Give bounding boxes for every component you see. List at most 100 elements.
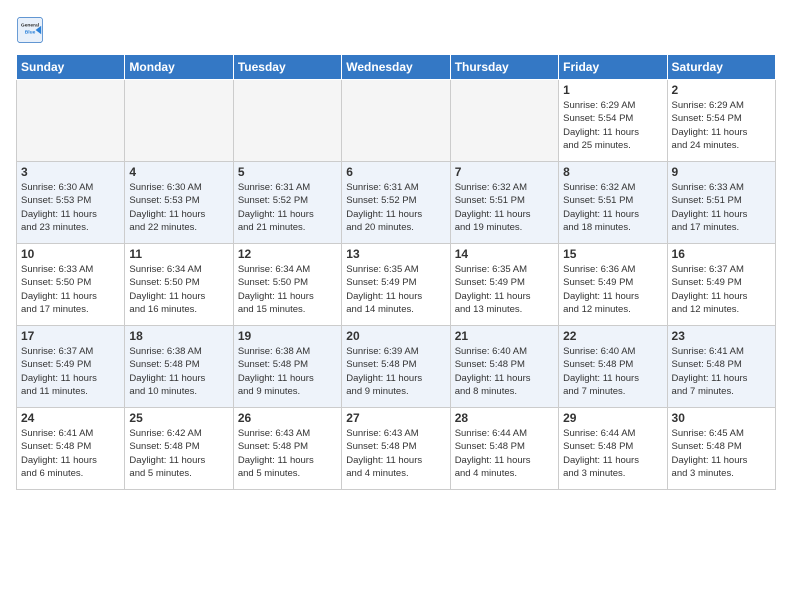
- calendar-cell: [342, 80, 450, 162]
- day-number: 8: [563, 165, 662, 179]
- calendar-cell: 18 Sunrise: 6:38 AM Sunset: 5:48 PM Dayli…: [125, 326, 233, 408]
- day-number: 6: [346, 165, 445, 179]
- day-number: 17: [21, 329, 120, 343]
- day-info: Sunrise: 6:30 AM Sunset: 5:53 PM Dayligh…: [129, 181, 228, 234]
- day-number: 20: [346, 329, 445, 343]
- calendar-week-5: 24 Sunrise: 6:41 AM Sunset: 5:48 PM Dayli…: [17, 408, 776, 490]
- day-number: 26: [238, 411, 337, 425]
- day-info: Sunrise: 6:37 AM Sunset: 5:49 PM Dayligh…: [672, 263, 771, 316]
- day-number: 29: [563, 411, 662, 425]
- day-info: Sunrise: 6:35 AM Sunset: 5:49 PM Dayligh…: [455, 263, 554, 316]
- header-wednesday: Wednesday: [342, 55, 450, 80]
- day-info: Sunrise: 6:44 AM Sunset: 5:48 PM Dayligh…: [563, 427, 662, 480]
- calendar-cell: 30Sunrise: 6:45 AM Sunset: 5:48 PM Dayli…: [667, 408, 775, 490]
- day-info: Sunrise: 6:43 AM Sunset: 5:48 PM Dayligh…: [238, 427, 337, 480]
- day-number: 11: [129, 247, 228, 261]
- calendar-header-row: SundayMondayTuesdayWednesdayThursdayFrid…: [17, 55, 776, 80]
- calendar-week-4: 17 Sunrise: 6:37 AM Sunset: 5:49 PM Dayli…: [17, 326, 776, 408]
- day-info: Sunrise: 6:31 AM Sunset: 5:52 PM Dayligh…: [238, 181, 337, 234]
- calendar-cell: 15 Sunrise: 6:36 AM Sunset: 5:49 PM Dayli…: [559, 244, 667, 326]
- calendar-cell: 19 Sunrise: 6:38 AM Sunset: 5:48 PM Dayli…: [233, 326, 341, 408]
- calendar-cell: 28 Sunrise: 6:44 AM Sunset: 5:48 PM Dayli…: [450, 408, 558, 490]
- day-info: Sunrise: 6:43 AM Sunset: 5:48 PM Dayligh…: [346, 427, 445, 480]
- day-info: Sunrise: 6:33 AM Sunset: 5:50 PM Dayligh…: [21, 263, 120, 316]
- calendar-cell: 23Sunrise: 6:41 AM Sunset: 5:48 PM Dayli…: [667, 326, 775, 408]
- header-tuesday: Tuesday: [233, 55, 341, 80]
- day-number: 25: [129, 411, 228, 425]
- day-info: Sunrise: 6:34 AM Sunset: 5:50 PM Dayligh…: [129, 263, 228, 316]
- day-number: 28: [455, 411, 554, 425]
- calendar-cell: 24 Sunrise: 6:41 AM Sunset: 5:48 PM Dayli…: [17, 408, 125, 490]
- calendar-cell: 13Sunrise: 6:35 AM Sunset: 5:49 PM Dayli…: [342, 244, 450, 326]
- day-info: Sunrise: 6:37 AM Sunset: 5:49 PM Dayligh…: [21, 345, 120, 398]
- day-number: 22: [563, 329, 662, 343]
- calendar-cell: 20 Sunrise: 6:39 AM Sunset: 5:48 PM Dayli…: [342, 326, 450, 408]
- calendar-cell: 11 Sunrise: 6:34 AM Sunset: 5:50 PM Dayli…: [125, 244, 233, 326]
- day-number: 1: [563, 83, 662, 97]
- calendar-cell: 2 Sunrise: 6:29 AM Sunset: 5:54 PM Daylig…: [667, 80, 775, 162]
- calendar-cell: 3 Sunrise: 6:30 AM Sunset: 5:53 PM Daylig…: [17, 162, 125, 244]
- day-number: 18: [129, 329, 228, 343]
- calendar-cell: 29 Sunrise: 6:44 AM Sunset: 5:48 PM Dayli…: [559, 408, 667, 490]
- day-info: Sunrise: 6:39 AM Sunset: 5:48 PM Dayligh…: [346, 345, 445, 398]
- calendar-week-3: 10 Sunrise: 6:33 AM Sunset: 5:50 PM Dayli…: [17, 244, 776, 326]
- day-number: 30: [672, 411, 771, 425]
- day-number: 10: [21, 247, 120, 261]
- calendar-cell: [17, 80, 125, 162]
- day-number: 2: [672, 83, 771, 97]
- calendar-cell: 27 Sunrise: 6:43 AM Sunset: 5:48 PM Dayli…: [342, 408, 450, 490]
- day-info: Sunrise: 6:30 AM Sunset: 5:53 PM Dayligh…: [21, 181, 120, 234]
- calendar-cell: 25 Sunrise: 6:42 AM Sunset: 5:48 PM Dayli…: [125, 408, 233, 490]
- day-number: 24: [21, 411, 120, 425]
- day-number: 13: [346, 247, 445, 261]
- calendar-cell: 6 Sunrise: 6:31 AM Sunset: 5:52 PM Daylig…: [342, 162, 450, 244]
- calendar-cell: 4 Sunrise: 6:30 AM Sunset: 5:53 PM Daylig…: [125, 162, 233, 244]
- day-info: Sunrise: 6:32 AM Sunset: 5:51 PM Dayligh…: [563, 181, 662, 234]
- day-info: Sunrise: 6:40 AM Sunset: 5:48 PM Dayligh…: [455, 345, 554, 398]
- day-info: Sunrise: 6:41 AM Sunset: 5:48 PM Dayligh…: [21, 427, 120, 480]
- day-info: Sunrise: 6:34 AM Sunset: 5:50 PM Dayligh…: [238, 263, 337, 316]
- calendar-cell: 9 Sunrise: 6:33 AM Sunset: 5:51 PM Daylig…: [667, 162, 775, 244]
- calendar-cell: 7 Sunrise: 6:32 AM Sunset: 5:51 PM Daylig…: [450, 162, 558, 244]
- day-info: Sunrise: 6:42 AM Sunset: 5:48 PM Dayligh…: [129, 427, 228, 480]
- day-number: 14: [455, 247, 554, 261]
- calendar-cell: [125, 80, 233, 162]
- calendar-cell: 10 Sunrise: 6:33 AM Sunset: 5:50 PM Dayli…: [17, 244, 125, 326]
- header-friday: Friday: [559, 55, 667, 80]
- calendar-cell: 16 Sunrise: 6:37 AM Sunset: 5:49 PM Dayli…: [667, 244, 775, 326]
- calendar-cell: 8 Sunrise: 6:32 AM Sunset: 5:51 PM Daylig…: [559, 162, 667, 244]
- day-info: Sunrise: 6:31 AM Sunset: 5:52 PM Dayligh…: [346, 181, 445, 234]
- header-thursday: Thursday: [450, 55, 558, 80]
- day-info: Sunrise: 6:44 AM Sunset: 5:48 PM Dayligh…: [455, 427, 554, 480]
- calendar-cell: [450, 80, 558, 162]
- day-info: Sunrise: 6:32 AM Sunset: 5:51 PM Dayligh…: [455, 181, 554, 234]
- calendar-week-2: 3 Sunrise: 6:30 AM Sunset: 5:53 PM Daylig…: [17, 162, 776, 244]
- calendar-table: SundayMondayTuesdayWednesdayThursdayFrid…: [16, 54, 776, 490]
- day-number: 23: [672, 329, 771, 343]
- day-info: Sunrise: 6:36 AM Sunset: 5:49 PM Dayligh…: [563, 263, 662, 316]
- day-info: Sunrise: 6:38 AM Sunset: 5:48 PM Dayligh…: [238, 345, 337, 398]
- day-number: 7: [455, 165, 554, 179]
- calendar-cell: 14 Sunrise: 6:35 AM Sunset: 5:49 PM Dayli…: [450, 244, 558, 326]
- calendar-cell: 22Sunrise: 6:40 AM Sunset: 5:48 PM Dayli…: [559, 326, 667, 408]
- day-number: 9: [672, 165, 771, 179]
- day-number: 15: [563, 247, 662, 261]
- calendar-cell: [233, 80, 341, 162]
- svg-text:Blue: Blue: [25, 30, 36, 36]
- day-number: 12: [238, 247, 337, 261]
- day-number: 19: [238, 329, 337, 343]
- day-number: 21: [455, 329, 554, 343]
- day-info: Sunrise: 6:29 AM Sunset: 5:54 PM Dayligh…: [672, 99, 771, 152]
- logo-icon: General Blue: [16, 16, 44, 44]
- calendar-cell: 26 Sunrise: 6:43 AM Sunset: 5:48 PM Dayli…: [233, 408, 341, 490]
- day-number: 4: [129, 165, 228, 179]
- day-info: Sunrise: 6:33 AM Sunset: 5:51 PM Dayligh…: [672, 181, 771, 234]
- day-number: 27: [346, 411, 445, 425]
- calendar-cell: 21 Sunrise: 6:40 AM Sunset: 5:48 PM Dayli…: [450, 326, 558, 408]
- day-number: 16: [672, 247, 771, 261]
- logo: General Blue: [16, 16, 44, 44]
- day-info: Sunrise: 6:38 AM Sunset: 5:48 PM Dayligh…: [129, 345, 228, 398]
- calendar-cell: 1 Sunrise: 6:29 AM Sunset: 5:54 PM Daylig…: [559, 80, 667, 162]
- day-info: Sunrise: 6:29 AM Sunset: 5:54 PM Dayligh…: [563, 99, 662, 152]
- day-number: 3: [21, 165, 120, 179]
